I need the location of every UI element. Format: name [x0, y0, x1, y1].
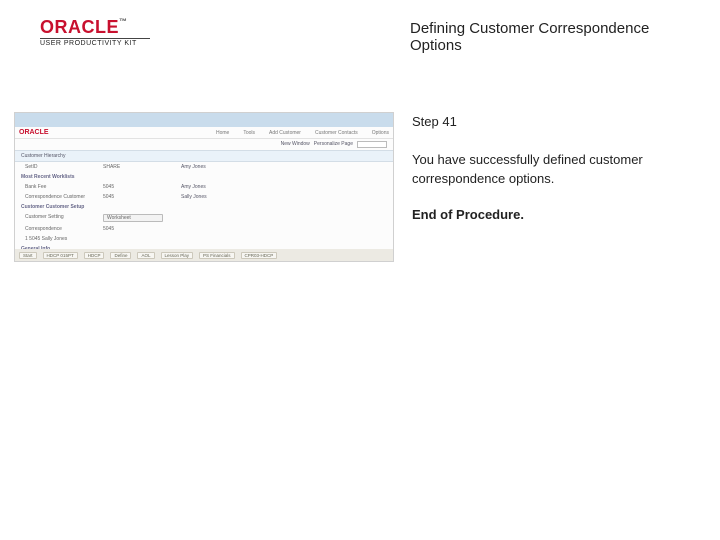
thumb-row: Bank Fee5045Amy Jones — [15, 182, 393, 192]
thumb-section: Customer Customer Setup — [15, 202, 393, 212]
page-title: Defining Customer Correspondence Options — [190, 18, 692, 54]
oracle-logo: ORACLE™ — [40, 18, 190, 36]
step-description: You have successfully defined customer c… — [412, 150, 682, 189]
step-label: Step 41 — [412, 112, 682, 132]
thumb-oracle-logo: ORACLE — [15, 127, 53, 138]
oracle-logo-sub: USER PRODUCTIVITY KIT — [40, 38, 150, 47]
thumb-row: 1 5045 Sally Jones — [15, 234, 393, 244]
end-of-procedure: End of Procedure. — [412, 205, 682, 225]
thumb-section: Most Recent Worklists — [15, 172, 393, 182]
thumb-tabs: Home Tools Add Customer Customer Contact… — [216, 130, 393, 136]
thumb-util-links: New Window Personalize Page — [15, 139, 393, 150]
thumb-dropdown: Worksheet — [103, 214, 163, 222]
thumb-search-input — [357, 141, 387, 148]
thumb-row: Correspondence Customer5045Sally Jones — [15, 192, 393, 202]
screenshot-thumbnail: ORACLE Home Tools Add Customer Customer … — [14, 112, 394, 262]
thumb-row: Correspondence5045 — [15, 224, 393, 234]
thumb-row: Customer Setting Worksheet — [15, 212, 393, 224]
instruction-panel: Step 41 You have successfully defined cu… — [412, 112, 682, 262]
thumb-taskbar: Start HDCP 015PT HDCP Define AOL Lesson … — [15, 249, 393, 261]
thumb-breadcrumb — [15, 113, 393, 127]
thumb-pane-title: Customer Hierarchy — [15, 150, 393, 162]
oracle-logo-block: ORACLE™ USER PRODUCTIVITY KIT — [40, 18, 190, 47]
thumb-row: SetIDSHAREAmy Jones — [15, 162, 393, 172]
